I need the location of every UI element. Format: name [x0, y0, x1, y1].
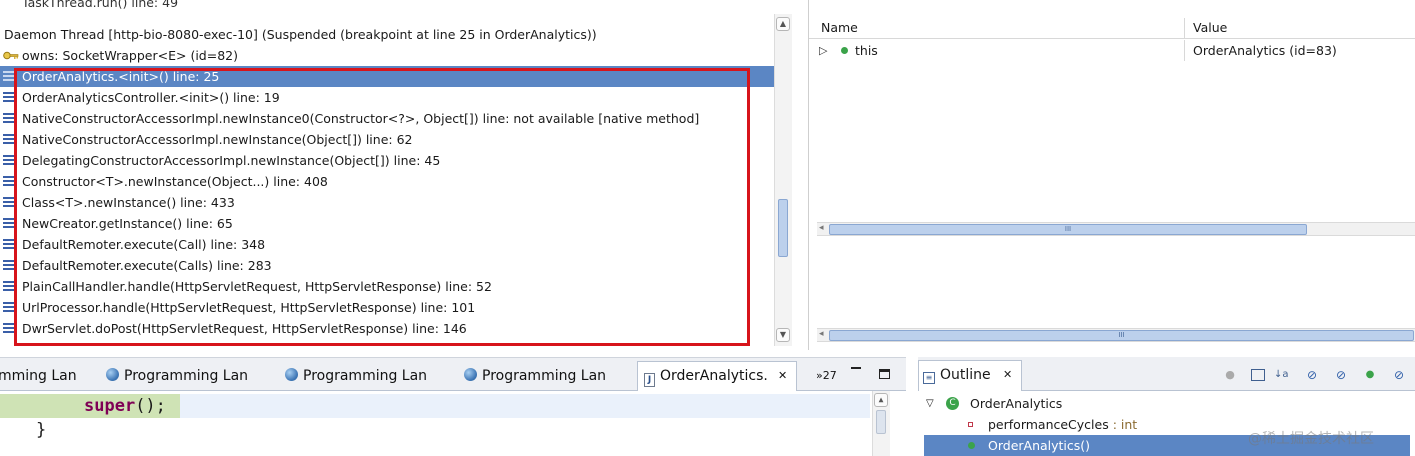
- hide-non-public-icon[interactable]: ⊘: [1334, 369, 1348, 381]
- details-horizontal-scrollbar[interactable]: ◂ III: [817, 328, 1415, 342]
- stack-frame-icon: [3, 0, 15, 8]
- editor-tab-3[interactable]: Programming Lan: [285, 364, 427, 388]
- scroll-up-button[interactable]: ▲: [874, 393, 888, 407]
- java-file-icon: J: [644, 373, 655, 387]
- private-field-icon: [968, 422, 973, 427]
- tab-overflow-button[interactable]: »27: [816, 364, 837, 388]
- tab-label: OrderAnalytics.: [660, 368, 768, 384]
- hide-local-types-icon[interactable]: ●: [1363, 369, 1377, 381]
- horizontal-scroll-thumb[interactable]: III: [829, 330, 1414, 341]
- view-menu-icon[interactable]: ⊘: [1392, 369, 1406, 381]
- editor-tab-2[interactable]: Programming Lan: [106, 364, 248, 388]
- expand-triangle-icon[interactable]: ▷: [819, 40, 827, 61]
- collapse-all-icon[interactable]: [1251, 369, 1265, 381]
- current-line-highlight-rest: [180, 394, 870, 418]
- horizontal-scroll-thumb[interactable]: III: [829, 224, 1307, 235]
- close-tab-icon[interactable]: ✕: [778, 362, 787, 390]
- daemon-thread-label: Daemon Thread [http-bio-8080-exec-10] (S…: [4, 27, 597, 42]
- scroll-thumb[interactable]: [876, 410, 886, 434]
- column-header-name[interactable]: Name: [821, 20, 858, 35]
- watermark: @稀土掘金技术社区: [1248, 431, 1374, 447]
- debug-stack-panel: TaskThread.run() line: 49 Daemon Thread …: [0, 0, 792, 350]
- variables-horizontal-scrollbar[interactable]: ◂ III: [817, 222, 1415, 236]
- public-field-icon: [841, 47, 848, 54]
- variables-panel: Name Value ▷ this OrderAnalytics (id=83)…: [808, 0, 1415, 350]
- code-call: ();: [135, 396, 166, 416]
- scroll-down-button[interactable]: ▼: [776, 328, 790, 342]
- code-closing-brace: }: [36, 420, 47, 440]
- tab-label: Outline: [940, 367, 991, 383]
- tab-outline[interactable]: ≡ Outline ✕: [918, 360, 1022, 391]
- outline-constructor-name: OrderAnalytics(): [988, 438, 1091, 453]
- tab-label: Programming Lan: [124, 368, 249, 384]
- hide-static-icon[interactable]: ⊘: [1305, 369, 1319, 381]
- maximize-icon[interactable]: [879, 369, 890, 379]
- class-icon: C: [946, 397, 959, 410]
- stack-vertical-scrollbar[interactable]: ▲ ▼: [774, 14, 792, 346]
- keyword-super: super: [84, 396, 136, 416]
- constructor-icon: [968, 442, 975, 449]
- variable-value: OrderAnalytics (id=83): [1193, 43, 1337, 58]
- column-divider: [1184, 18, 1185, 38]
- editor-tab-1[interactable]: mming Lan: [0, 364, 77, 388]
- outline-tabbar: ≡ Outline ✕ ● ↓a ⊘ ⊘ ● ⊘: [918, 357, 1415, 391]
- tab-label: Programming Lan: [303, 368, 428, 384]
- globe-icon: [106, 368, 119, 381]
- tab-label: mming Lan: [0, 368, 77, 384]
- editor-vertical-scrollbar[interactable]: ▲: [872, 391, 890, 456]
- collapse-triangle-icon[interactable]: ▽: [926, 393, 934, 414]
- code-editor[interactable]: super(); } ▲: [0, 391, 890, 456]
- thread-partial-label: TaskThread.run() line: 49: [22, 0, 179, 10]
- column-header-value[interactable]: Value: [1193, 20, 1227, 35]
- editor-tab-4[interactable]: Programming Lan: [464, 364, 606, 388]
- scroll-left-button[interactable]: ◂: [819, 329, 824, 339]
- outline-field-type: : int: [1108, 417, 1138, 432]
- outline-field-name: performanceCycles: [988, 417, 1109, 432]
- editor-tabbar: mming Lan Programming Lan Programming La…: [0, 357, 906, 392]
- variable-name: this: [855, 43, 878, 58]
- globe-icon: [464, 368, 477, 381]
- code-line: super();: [84, 394, 166, 418]
- editor-tab-active[interactable]: J OrderAnalytics. ✕: [637, 361, 797, 392]
- owns-monitor-row[interactable]: owns: SocketWrapper<E> (id=82): [0, 45, 774, 66]
- outline-class-name: OrderAnalytics: [970, 396, 1063, 411]
- variable-row[interactable]: ▷ this OrderAnalytics (id=83): [809, 40, 1415, 61]
- scroll-up-button[interactable]: ▲: [776, 17, 790, 31]
- daemon-thread-row[interactable]: Daemon Thread [http-bio-8080-exec-10] (S…: [0, 24, 774, 45]
- tab-label: Programming Lan: [482, 368, 607, 384]
- close-tab-icon[interactable]: ✕: [1003, 361, 1012, 389]
- row-divider: [1184, 40, 1185, 61]
- scroll-left-button[interactable]: ◂: [819, 223, 824, 233]
- key-icon: [3, 51, 19, 60]
- scroll-thumb[interactable]: [778, 199, 788, 257]
- globe-icon: [285, 368, 298, 381]
- sort-icon[interactable]: ↓a: [1274, 369, 1289, 381]
- hide-fields-icon[interactable]: ●: [1223, 369, 1237, 381]
- thread-partial-line[interactable]: TaskThread.run() line: 49: [0, 0, 774, 13]
- variables-header: Name Value: [809, 18, 1415, 39]
- outline-icon: ≡: [923, 372, 935, 384]
- highlight-annotation-box: [14, 68, 750, 346]
- owns-monitor-label: owns: SocketWrapper<E> (id=82): [22, 48, 238, 63]
- minimize-icon[interactable]: [851, 367, 861, 369]
